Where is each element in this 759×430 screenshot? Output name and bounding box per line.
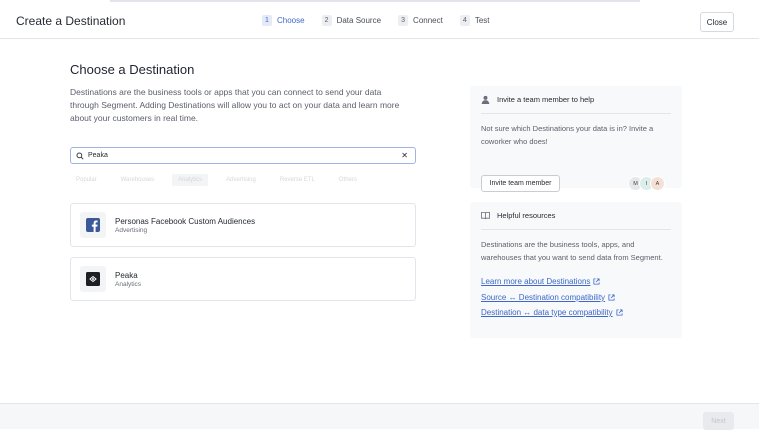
destination-category: Advertising — [115, 227, 148, 234]
modal-footer: Next — [0, 403, 759, 430]
user-icon — [481, 95, 490, 104]
invite-panel: Invite a team member to help Not sure wh… — [470, 86, 682, 192]
page-title: Create a Destination — [16, 14, 126, 28]
search-icon — [76, 152, 84, 160]
resources-panel-title: Helpful resources — [497, 211, 556, 220]
destination-category: Analytics — [115, 281, 142, 288]
filter-analytics[interactable]: Analytics — [172, 174, 209, 186]
destination-card-facebook[interactable]: Personas Facebook Custom Audiences Adver… — [70, 203, 416, 247]
next-button[interactable]: Next — [703, 412, 734, 430]
filter-advertising[interactable]: Advertising — [220, 174, 262, 186]
divider — [481, 113, 671, 114]
step-number: 4 — [459, 15, 470, 26]
search-field[interactable]: Peaka ✕ — [70, 147, 416, 164]
external-link-icon — [608, 294, 615, 301]
resources-panel-text: Destinations are the business tools, app… — [481, 240, 663, 262]
resources-panel: Helpful resources Destinations are the b… — [470, 202, 682, 338]
step-number: 2 — [321, 15, 332, 26]
link-label: Destination ↔ data type compatibility — [481, 308, 613, 317]
peaka-icon — [80, 266, 106, 292]
destination-name: Peaka — [115, 271, 138, 280]
destination-card-peaka[interactable]: Peaka Analytics — [70, 257, 416, 301]
source-destination-compatibility-link[interactable]: Source ↔ Destination compatibility — [481, 293, 615, 302]
step-number: 3 — [398, 15, 409, 26]
clear-icon[interactable]: ✕ — [401, 151, 408, 160]
search-input[interactable]: Peaka — [88, 152, 108, 159]
stepper: 1 Choose 2 Data Source 3 Connect 4 Test — [262, 15, 507, 26]
invite-panel-text: Not sure which Destinations your data is… — [481, 124, 654, 146]
step-choose[interactable]: 1 Choose — [262, 15, 305, 26]
top-strip-bar — [110, 0, 640, 2]
invite-panel-title: Invite a team member to help — [497, 95, 595, 104]
section-heading: Choose a Destination — [70, 62, 195, 77]
step-label: Data Source — [336, 16, 382, 25]
step-label: Connect — [413, 16, 443, 25]
divider — [481, 229, 671, 230]
filter-popular[interactable]: Popular — [70, 174, 103, 186]
category-filters: Popular Warehouses Analytics Advertising… — [70, 173, 416, 187]
external-link-icon — [593, 278, 600, 285]
team-avatars: M I A — [628, 176, 665, 191]
modal-header: Create a Destination 1 Choose 2 Data Sou… — [0, 5, 759, 39]
destination-name: Personas Facebook Custom Audiences — [115, 217, 256, 226]
step-test[interactable]: 4 Test — [459, 15, 490, 26]
link-label: Source ↔ Destination compatibility — [481, 293, 606, 302]
link-label: Learn more about Destinations — [481, 277, 591, 286]
step-number: 1 — [262, 15, 272, 26]
facebook-icon — [80, 212, 106, 238]
step-label: Choose — [277, 16, 305, 25]
invite-team-member-button[interactable]: Invite team member — [481, 175, 560, 192]
section-description: Destinations are the business tools or a… — [70, 87, 400, 123]
step-data-source[interactable]: 2 Data Source — [321, 15, 382, 26]
filter-reverse-etl[interactable]: Reverse ETL — [274, 174, 321, 186]
step-connect[interactable]: 3 Connect — [398, 15, 443, 26]
step-label: Test — [474, 16, 490, 25]
invite-panel-header: Invite a team member to help — [481, 95, 594, 104]
destination-data-type-compatibility-link[interactable]: Destination ↔ data type compatibility — [481, 308, 623, 317]
close-button[interactable]: Close — [700, 12, 734, 32]
filter-warehouses[interactable]: Warehouses — [115, 174, 160, 186]
external-link-icon — [616, 309, 623, 316]
learn-more-destinations-link[interactable]: Learn more about Destinations — [481, 277, 600, 286]
avatar: A — [650, 176, 665, 191]
resources-panel-header: Helpful resources — [481, 211, 555, 220]
filter-others[interactable]: Others — [333, 174, 363, 186]
book-icon — [481, 211, 490, 220]
